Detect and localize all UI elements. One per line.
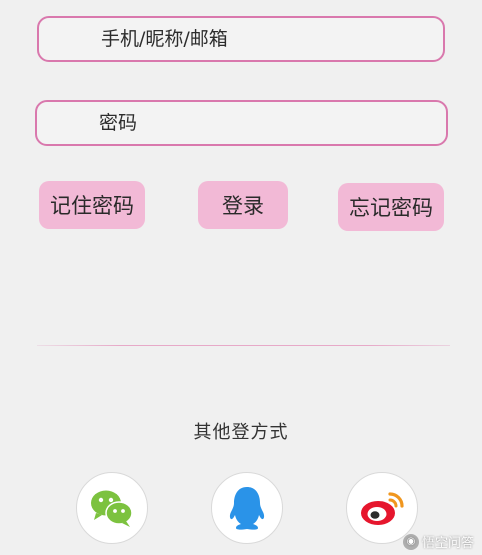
- username-field[interactable]: [37, 16, 445, 62]
- qq-login-button[interactable]: [211, 472, 283, 544]
- wechat-login-button[interactable]: [76, 472, 148, 544]
- watermark-text: 悟空问答: [421, 536, 474, 551]
- weibo-icon: [361, 492, 404, 525]
- forgot-password-button[interactable]: 忘记密码: [338, 183, 444, 231]
- username-input[interactable]: [101, 26, 425, 52]
- wechat-icon: [91, 490, 133, 527]
- remember-password-button[interactable]: 记住密码: [39, 181, 145, 229]
- divider: [37, 345, 450, 346]
- qq-icon: [229, 487, 265, 530]
- watermark-logo-icon: ◉: [402, 533, 419, 550]
- login-button[interactable]: 登录: [198, 181, 288, 229]
- password-field[interactable]: [35, 100, 448, 146]
- watermark: ◉ 悟空问答: [402, 532, 474, 551]
- other-login-label: 其他登方式: [193, 422, 289, 443]
- password-input[interactable]: [99, 110, 428, 136]
